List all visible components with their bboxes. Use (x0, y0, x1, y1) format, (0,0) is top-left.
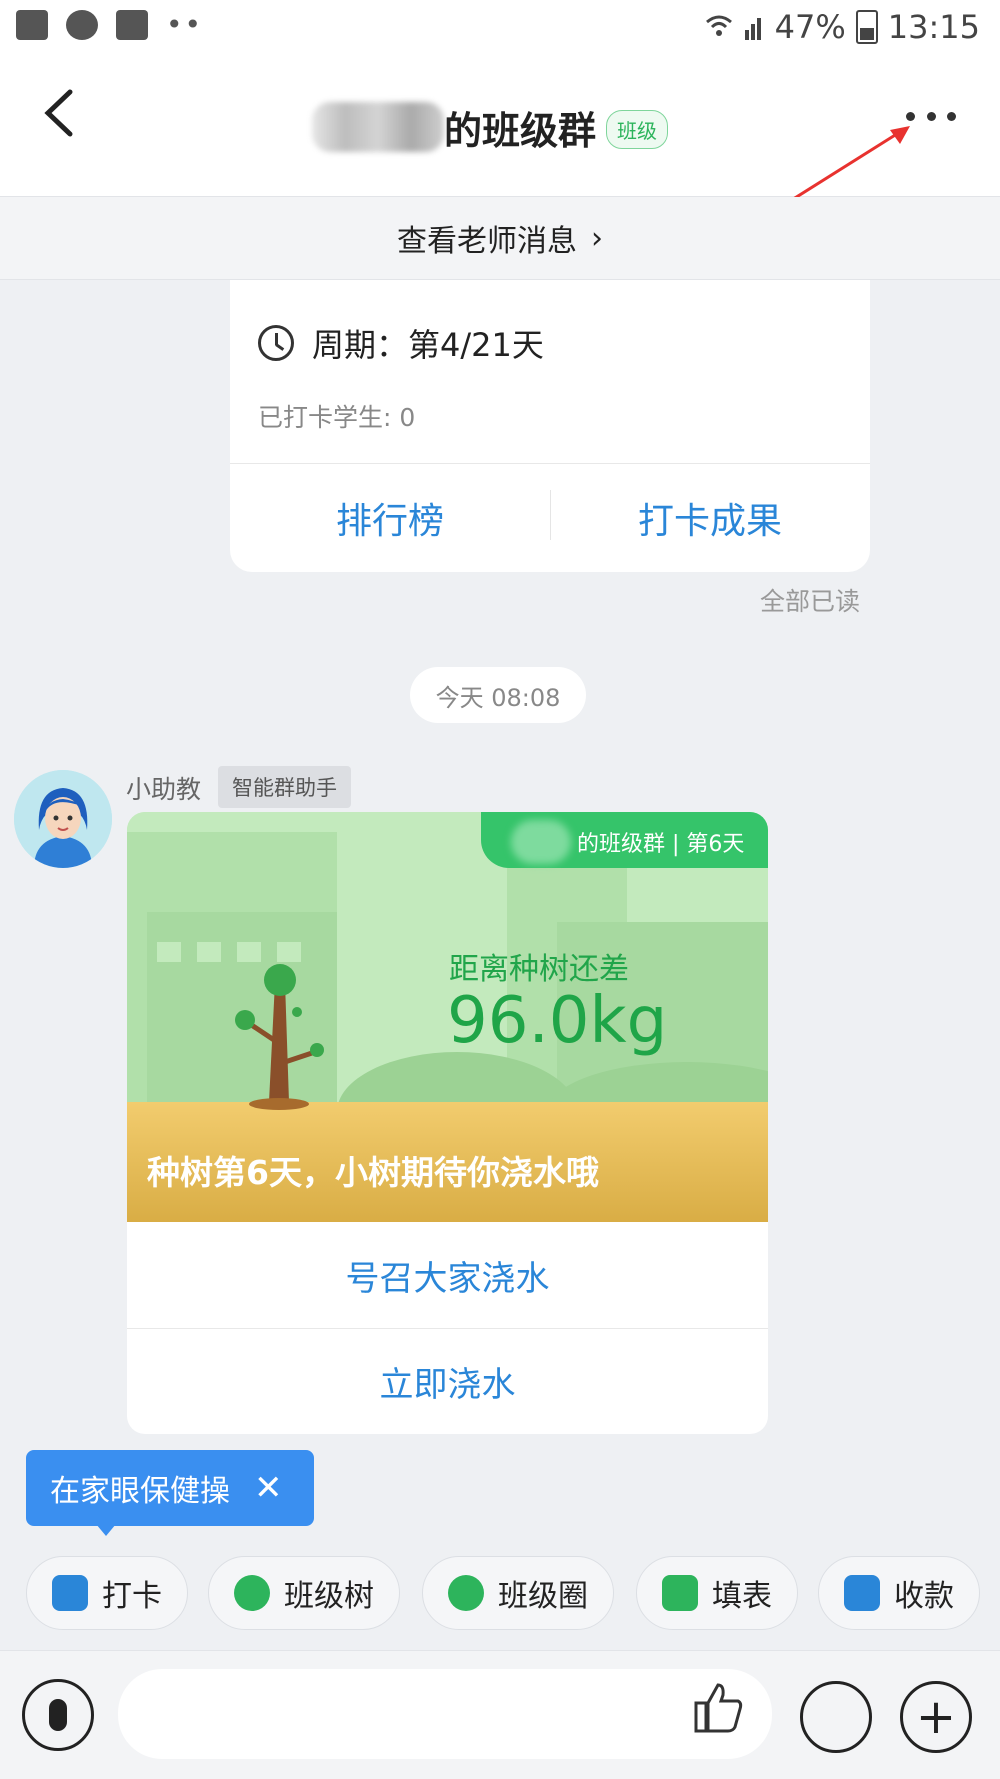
time-divider-text: 今天 08:08 (435, 683, 561, 712)
clock-icon (258, 325, 294, 361)
checkin-card: 周期：第4/21天 已打卡学生: 0 排行榜 打卡成果 (230, 280, 870, 572)
teacher-messages-link[interactable]: 查看老师消息 › (0, 197, 1000, 280)
checkin-results-button[interactable]: 打卡成果 (550, 492, 870, 544)
chevron-right-icon: › (591, 220, 603, 256)
goal-label: 距离种树还差 (449, 952, 629, 987)
quick-action-payment[interactable]: 收款 (818, 1556, 980, 1630)
ranking-button[interactable]: 排行榜 (230, 492, 550, 544)
tree-icon (235, 964, 324, 1110)
call-everyone-water-button[interactable]: 号召大家浇水 (127, 1222, 768, 1329)
gallery-icon (16, 10, 48, 40)
clock-time: 13:15 (887, 8, 980, 46)
wifi-signal-icon (705, 15, 761, 40)
tree-icon (234, 1575, 270, 1611)
tree-illustration: 的班级群 | 第6天 距离种树还差 96.0kg 种树第6天，小树期待你浇水哦 (127, 812, 768, 1222)
message-icon (116, 10, 148, 40)
blurred-group-name (312, 102, 444, 152)
tooltip-tail (96, 1524, 116, 1536)
quick-action-class-tree[interactable]: 班级树 (208, 1556, 400, 1630)
battery-icon (855, 10, 878, 44)
form-icon (662, 1575, 698, 1611)
cycle-text: 周期：第4/21天 (312, 326, 544, 364)
plus-icon[interactable]: + (900, 1681, 972, 1753)
microphone-icon[interactable] (22, 1679, 94, 1751)
read-status: 全部已读 (760, 587, 861, 616)
checked-students: 已打卡学生: 0 (258, 403, 416, 432)
page-title: 的班级群 (444, 109, 597, 153)
water-button-label: 立即浇水 (379, 1365, 516, 1405)
sender-tag: 智能群助手 (218, 766, 351, 808)
quick-action-label: 班级圈 (498, 1579, 588, 1614)
battery-percent: 47% (774, 8, 846, 46)
quick-actions-bar: 打卡 班级树 班级圈 填表 收款 (0, 1556, 1000, 1630)
input-bar: + (0, 1650, 1000, 1779)
ribbon-text: 的班级群 | 第6天 (577, 832, 745, 857)
quick-action-label: 打卡 (102, 1579, 162, 1614)
thumbs-up-icon[interactable] (690, 1679, 746, 1735)
cycle-row: 周期：第4/21天 (258, 320, 544, 366)
system-status: 47% 13:15 (705, 8, 980, 46)
time-divider: 今天 08:08 (410, 667, 586, 723)
blurred-group-name (511, 820, 571, 864)
more-notifications-icon: •• (166, 8, 204, 41)
divider (230, 463, 870, 464)
assistant-avatar-icon (14, 770, 112, 868)
quick-action-label: 填表 (712, 1579, 772, 1614)
calendar-check-icon (52, 1575, 88, 1611)
emoji-icon[interactable] (800, 1681, 872, 1753)
app-notification-icon (66, 10, 98, 40)
quick-action-label: 收款 (894, 1579, 954, 1614)
quick-action-form[interactable]: 填表 (636, 1556, 798, 1630)
avatar[interactable] (14, 770, 112, 868)
chevron-left-icon[interactable] (40, 88, 80, 138)
goal-value: 96.0kg (447, 984, 668, 1058)
tree-caption: 种树第6天，小树期待你浇水哦 (147, 1153, 599, 1192)
quick-action-checkin[interactable]: 打卡 (26, 1556, 188, 1630)
message-input[interactable] (118, 1669, 772, 1759)
teacher-messages-label: 查看老师消息 (397, 224, 577, 259)
class-tree-card[interactable]: 的班级群 | 第6天 距离种树还差 96.0kg 种树第6天，小树期待你浇水哦 … (127, 812, 768, 1434)
class-badge: 班级 (606, 110, 668, 149)
yuan-icon (844, 1575, 880, 1611)
status-bar: •• 47% 13:15 (0, 0, 1000, 58)
tooltip-label: 在家眼保健操 (50, 1474, 230, 1509)
close-icon[interactable]: ✕ (254, 1468, 283, 1508)
sprout-icon (448, 1575, 484, 1611)
water-now-button[interactable]: 立即浇水 (127, 1329, 768, 1434)
group-day-ribbon: 的班级群 | 第6天 (481, 812, 768, 868)
quick-action-class-circle[interactable]: 班级圈 (422, 1556, 614, 1630)
quick-action-label: 班级树 (284, 1579, 374, 1614)
call-button-label: 号召大家浇水 (345, 1258, 550, 1299)
notification-icons: •• (16, 10, 203, 40)
sender-name: 小助教 (126, 775, 202, 804)
eye-exercise-tooltip[interactable]: 在家眼保健操 ✕ (26, 1450, 314, 1526)
